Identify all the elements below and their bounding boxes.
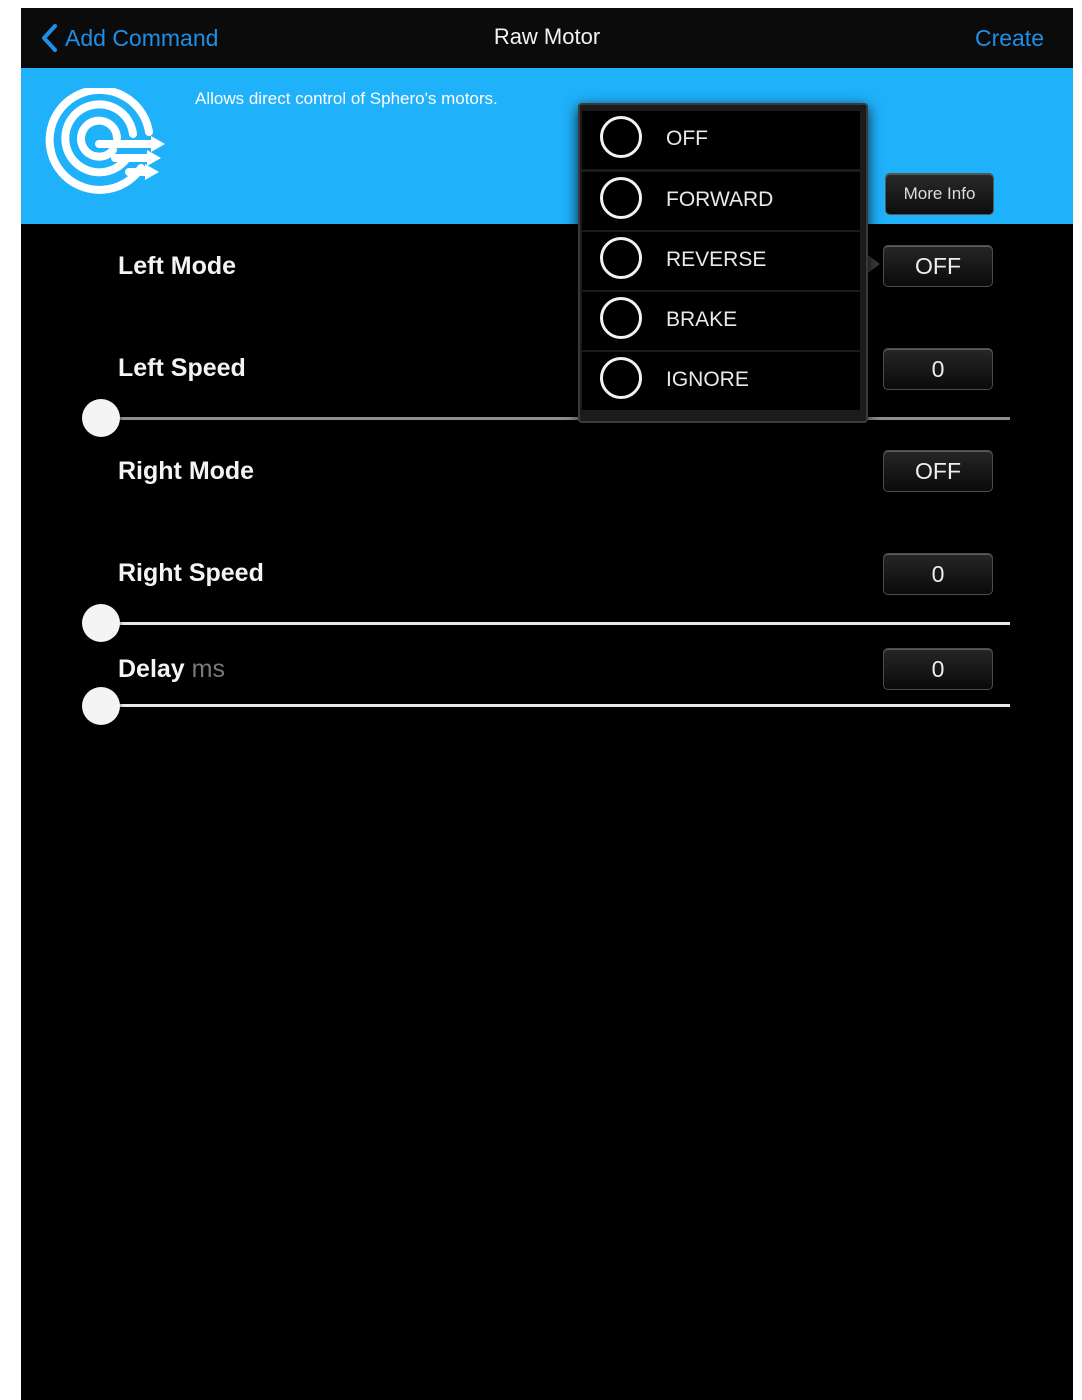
delay-slider-thumb[interactable] <box>82 687 120 725</box>
create-button[interactable]: Create <box>975 25 1044 52</box>
radio-circle-icon <box>600 357 642 399</box>
right-speed-label: Right Speed <box>118 559 264 587</box>
left-speed-slider-track[interactable] <box>101 417 1010 420</box>
left-speed-label: Left Speed <box>118 354 246 382</box>
radio-circle-icon <box>600 237 642 279</box>
delay-label-text: Delay <box>118 655 185 683</box>
left-mode-label: Left Mode <box>118 252 237 280</box>
app-screen: Add Command Raw Motor Create Allows dire… <box>21 8 1073 1400</box>
command-info-banner: Allows direct control of Sphero's motors… <box>21 68 1073 224</box>
mode-option-ignore[interactable]: IGNORE <box>582 352 860 410</box>
mode-options-popover: OFF FORWARD REVERSE BRAKE IGNORE <box>578 103 868 423</box>
right-speed-slider-track[interactable] <box>101 622 1010 625</box>
mode-option-brake[interactable]: BRAKE <box>582 292 860 350</box>
right-mode-label: Right Mode <box>118 457 255 485</box>
right-mode-select[interactable]: OFF <box>883 450 993 492</box>
radio-circle-icon <box>600 297 642 339</box>
delay-unit: ms <box>191 655 225 683</box>
mode-option-label: REVERSE <box>666 248 767 271</box>
delay-value-field[interactable]: 0 <box>883 648 993 690</box>
right-speed-value-field[interactable]: 0 <box>883 553 993 595</box>
mode-option-off[interactable]: OFF <box>582 111 860 169</box>
delay-slider-track[interactable] <box>101 704 1010 707</box>
mode-option-label: FORWARD <box>666 188 774 211</box>
navigation-bar: Add Command Raw Motor Create <box>21 8 1073 69</box>
mode-option-label: OFF <box>666 127 708 150</box>
right-speed-slider-thumb[interactable] <box>82 604 120 642</box>
radio-circle-icon <box>600 116 642 158</box>
command-description: Allows direct control of Sphero's motors… <box>195 89 498 108</box>
delay-label: Delay ms <box>118 655 225 684</box>
left-speed-slider-thumb[interactable] <box>82 399 120 437</box>
mode-option-forward[interactable]: FORWARD <box>582 172 860 230</box>
mode-option-reverse[interactable]: REVERSE <box>582 232 860 290</box>
more-info-button[interactable]: More Info <box>885 173 994 215</box>
page-title: Raw Motor <box>493 24 601 49</box>
mode-option-label: BRAKE <box>666 308 738 331</box>
radio-circle-icon <box>600 177 642 219</box>
left-mode-select[interactable]: OFF <box>883 245 993 287</box>
sphero-logo-icon <box>45 88 165 194</box>
left-speed-value-field[interactable]: 0 <box>883 348 993 390</box>
mode-option-label: IGNORE <box>666 368 749 391</box>
